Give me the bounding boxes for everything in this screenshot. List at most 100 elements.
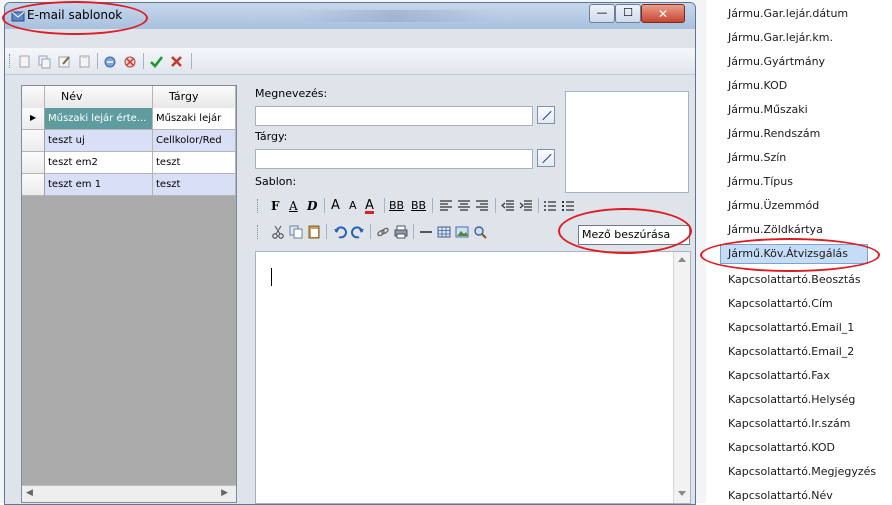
link-icon[interactable] [376,223,390,241]
field-item[interactable]: Kapcsolattartó.Email_1 [728,321,854,334]
field-item[interactable]: Jármu.Gar.lejár.dátum [728,7,848,20]
toolbar-grip[interactable] [257,199,261,213]
send-icon[interactable] [103,54,118,69]
side-preview-box[interactable] [565,91,689,193]
redo-icon[interactable] [351,223,365,241]
toolbar-grip[interactable] [257,225,261,239]
grid-horizontal-scrollbar[interactable]: ◀ ▶ [22,485,236,502]
cell-targy[interactable]: Műszaki lejár [153,108,236,130]
template-editor[interactable] [255,251,691,504]
field-item[interactable]: Jármu.Rendszám [728,127,820,140]
subject-picker-button[interactable] [537,149,555,167]
field-item[interactable]: Kapcsolattartó.Ir.szám [728,417,851,430]
table-icon[interactable] [437,223,451,241]
maximize-button[interactable]: ☐ [615,4,641,23]
field-item[interactable]: Jármu.Gyártmány [728,55,825,68]
field-item[interactable]: Kapcsolattartó.Név [728,489,833,502]
scroll-up-icon[interactable] [678,256,686,262]
toolbar-separator [143,53,144,69]
close-button[interactable]: ✕ [641,4,685,23]
name-input[interactable] [255,106,533,126]
field-item[interactable]: Jármu.KOD [728,79,787,92]
table-row[interactable]: ▶ Műszaki lejár érte... Műszaki lejár [22,108,236,130]
column-header-nev[interactable]: Név [45,86,153,108]
cut-icon[interactable] [271,223,285,241]
image-icon[interactable] [455,223,469,241]
bullet-list-icon[interactable] [561,197,575,215]
field-item[interactable]: Kapcsolattartó.Beosztás [728,273,861,286]
font-shrink-button[interactable]: A [349,197,357,215]
field-item[interactable]: Jármu.Gar.lejár.km. [728,31,833,44]
field-item[interactable]: Kapcsolattartó.Fax [728,369,830,382]
current-row-marker-icon: ▶ [30,113,37,122]
templates-grid[interactable]: Név Tárgy ▶ Műszaki lejár érte... Műszak… [21,85,237,503]
underline-button[interactable]: A [289,197,298,215]
row-header[interactable]: ▶ [22,108,45,130]
table-row[interactable]: teszt em 1 teszt [22,174,236,196]
field-item[interactable]: Kapcsolattartó.Megjegyzés [728,465,876,478]
field-item[interactable]: Jármu.Üzemmód [728,199,819,212]
cell-targy[interactable]: teszt [153,174,236,196]
field-item[interactable]: Jármu.Típus [728,175,793,188]
print-icon[interactable] [394,223,408,241]
minimize-button[interactable]: — [589,4,615,23]
blurred-title-area [295,10,495,22]
bold-button[interactable]: F [271,197,280,215]
minimize-icon: — [596,6,608,19]
subject-input[interactable] [255,149,533,169]
superscript-button[interactable]: BB [411,197,426,215]
indent-icon[interactable] [519,197,533,215]
copy-text-icon[interactable] [289,223,303,241]
field-item[interactable]: Jármu.Műszaki [728,103,808,116]
cell-nev[interactable]: teszt uj [45,130,153,152]
table-row[interactable]: teszt uj Cellkolor/Red [22,130,236,152]
field-item[interactable]: Jármu.Szín [728,151,786,164]
row-header[interactable] [22,152,45,174]
table-row[interactable]: teszt em2 teszt [22,152,236,174]
paste-icon[interactable] [77,54,92,69]
field-item[interactable]: Kapcsolattartó.Helység [728,393,855,406]
scroll-down-icon[interactable] [678,491,686,497]
toolbar-grip[interactable] [9,54,13,68]
scroll-right-icon[interactable]: ▶ [221,488,228,498]
field-item[interactable]: Kapcsolattartó.Cím [728,297,833,310]
row-header-corner [22,86,45,108]
editor-vertical-scrollbar[interactable] [673,252,690,503]
subscript-button[interactable]: BB [389,197,404,215]
field-item[interactable]: Kapcsolattartó.KOD [728,441,835,454]
row-header[interactable] [22,174,45,196]
find-icon[interactable] [473,223,487,241]
field-item[interactable]: Kapcsolattartó.Email_2 [728,345,854,358]
undo-icon[interactable] [333,223,347,241]
font-color-button[interactable]: A [365,197,374,215]
maximize-icon: ☐ [623,6,633,19]
confirm-icon[interactable] [149,54,164,69]
paste-text-icon[interactable] [307,223,321,241]
align-center-icon[interactable] [457,197,471,215]
numbered-list-icon[interactable] [543,197,557,215]
cell-nev[interactable]: teszt em 1 [45,174,153,196]
font-grow-button[interactable]: A [331,197,340,215]
align-right-icon[interactable] [475,197,489,215]
cell-nev[interactable]: Műszaki lejár érte... [45,108,153,130]
italic-button[interactable]: D [307,197,317,215]
new-icon[interactable] [17,54,32,69]
copy-icon[interactable] [37,54,52,69]
format-separator [384,198,385,213]
column-header-targy[interactable]: Tárgy [153,86,236,108]
main-toolbar [5,48,695,75]
cancel-icon[interactable] [169,54,184,69]
cell-targy[interactable]: teszt [153,152,236,174]
delete-icon[interactable] [123,54,138,69]
field-item[interactable]: Jármu.Zöldkártya [728,223,823,236]
horizontal-rule-icon[interactable] [419,223,433,241]
scroll-left-icon[interactable]: ◀ [26,488,33,498]
edit-icon[interactable] [57,54,72,69]
cell-nev[interactable]: teszt em2 [45,152,153,174]
name-picker-button[interactable] [537,106,555,124]
toolbar-separator [191,53,192,69]
align-left-icon[interactable] [439,197,453,215]
cell-targy[interactable]: Cellkolor/Red [153,130,236,152]
outdent-icon[interactable] [501,197,515,215]
row-header[interactable] [22,130,45,152]
